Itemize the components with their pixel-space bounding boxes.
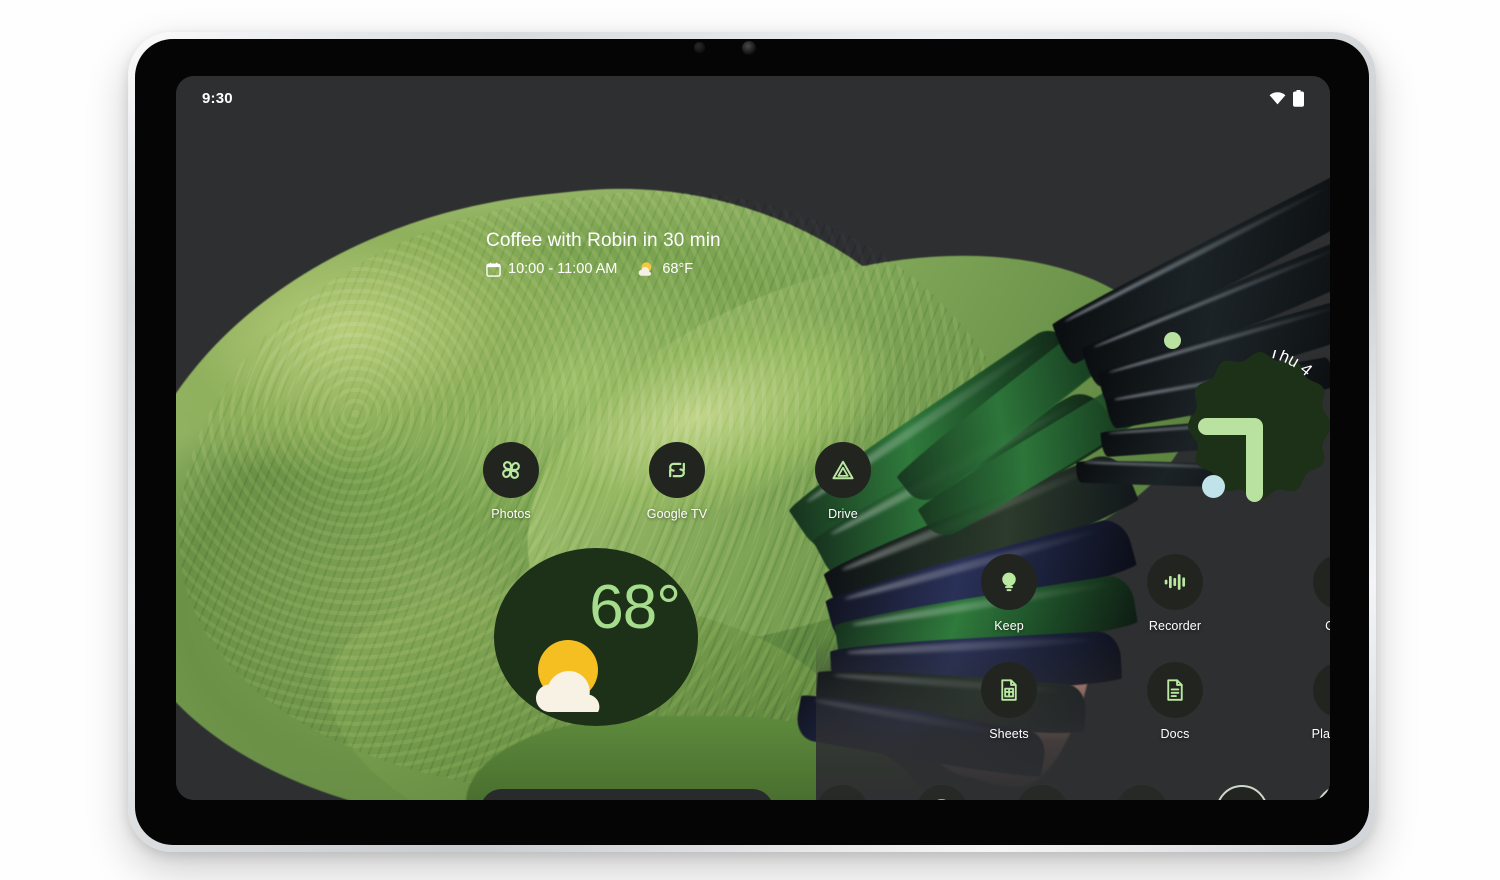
- weather-temperature: 68°: [589, 573, 681, 642]
- clock-minute-hand: [1246, 418, 1263, 502]
- google-home-icon: [1316, 785, 1330, 800]
- battery-icon: [1293, 89, 1304, 107]
- play-store-icon: [1313, 662, 1330, 718]
- dock-item-chrome[interactable]: [916, 785, 968, 800]
- chrome-icon: [916, 785, 968, 800]
- app-icon-recorder[interactable]: Recorder: [1127, 554, 1223, 633]
- google-tv-icon: [649, 442, 705, 498]
- app-label: Clock: [1325, 619, 1330, 633]
- google-search-bar[interactable]: [480, 789, 774, 800]
- weather-widget[interactable]: 68°: [494, 548, 698, 726]
- drive-triangle-icon: [815, 442, 871, 498]
- app-label: Photos: [491, 507, 531, 521]
- clock-widget[interactable]: Thu 4: [1164, 332, 1330, 524]
- app-label: Keep: [994, 619, 1024, 633]
- calendar-31-icon: 31: [1016, 785, 1068, 800]
- glance-time-range: 10:00 - 11:00 AM: [508, 261, 618, 277]
- status-bar-clock: 9:30: [202, 89, 233, 107]
- at-a-glance-widget[interactable]: Coffee with Robin in 30 min 10:00 - 11:0…: [486, 230, 721, 277]
- clock-widget-day: Thu 4: [1258, 342, 1330, 430]
- app-label: Drive: [828, 507, 858, 521]
- status-bar: 9:30: [176, 76, 1330, 120]
- app-icon-sheets[interactable]: Sheets: [961, 662, 1057, 741]
- app-icon-clock[interactable]: Clock: [1293, 554, 1330, 633]
- sun-cloud-icon: [637, 261, 655, 277]
- app-label: Docs: [1160, 727, 1190, 741]
- docs-document-icon: [1147, 662, 1203, 718]
- clock-accent-dot: [1202, 475, 1225, 498]
- screenshot-stage: 9:30 Coffee with Robin in 30 min 10:00 -…: [0, 0, 1500, 880]
- glance-temperature: 68°F: [662, 261, 694, 277]
- app-icon-google-tv[interactable]: Google TV: [629, 442, 725, 521]
- dock-item-calendar[interactable]: 31: [1016, 785, 1068, 800]
- keep-bulb-icon: [981, 554, 1037, 610]
- wifi-icon: [1269, 91, 1286, 105]
- dock-item-youtube[interactable]: [1216, 785, 1268, 800]
- app-icon-drive[interactable]: Drive: [795, 442, 891, 521]
- youtube-icon: [1216, 785, 1268, 800]
- dock-item-google-home[interactable]: [1316, 785, 1330, 800]
- tablet-screen: 9:30 Coffee with Robin in 30 min 10:00 -…: [176, 76, 1330, 800]
- app-icon-docs[interactable]: Docs: [1127, 662, 1223, 741]
- front-camera-icon: [742, 41, 756, 55]
- app-label: Play Store: [1311, 727, 1330, 741]
- photos-pinwheel-icon: [483, 442, 539, 498]
- dock-item-gmail[interactable]: [816, 785, 868, 800]
- glance-title: Coffee with Robin in 30 min: [486, 230, 721, 251]
- google-lens-camera-icon[interactable]: [730, 796, 760, 800]
- svg-text:Thu 4: Thu 4: [1267, 350, 1316, 380]
- app-icon-play-store[interactable]: Play Store: [1293, 662, 1330, 741]
- google-g-icon: [494, 800, 517, 801]
- app-label: Sheets: [989, 727, 1029, 741]
- sensor-dot-icon: [694, 42, 705, 53]
- app-label: Recorder: [1148, 619, 1202, 633]
- recorder-waveform-icon: [1147, 554, 1203, 610]
- microphone-icon[interactable]: [700, 796, 730, 800]
- sheets-document-icon: [981, 662, 1037, 718]
- gmail-m-icon: [816, 785, 868, 800]
- app-label: Google TV: [646, 507, 708, 521]
- sun-behind-cloud-icon: [528, 636, 614, 714]
- app-icon-keep[interactable]: Keep: [961, 554, 1057, 633]
- clock-face-icon: [1313, 554, 1330, 610]
- calendar-icon: [486, 262, 501, 277]
- camera-icon: [1116, 785, 1168, 800]
- dock-item-camera[interactable]: [1116, 785, 1168, 800]
- app-icon-photos[interactable]: Photos: [463, 442, 559, 521]
